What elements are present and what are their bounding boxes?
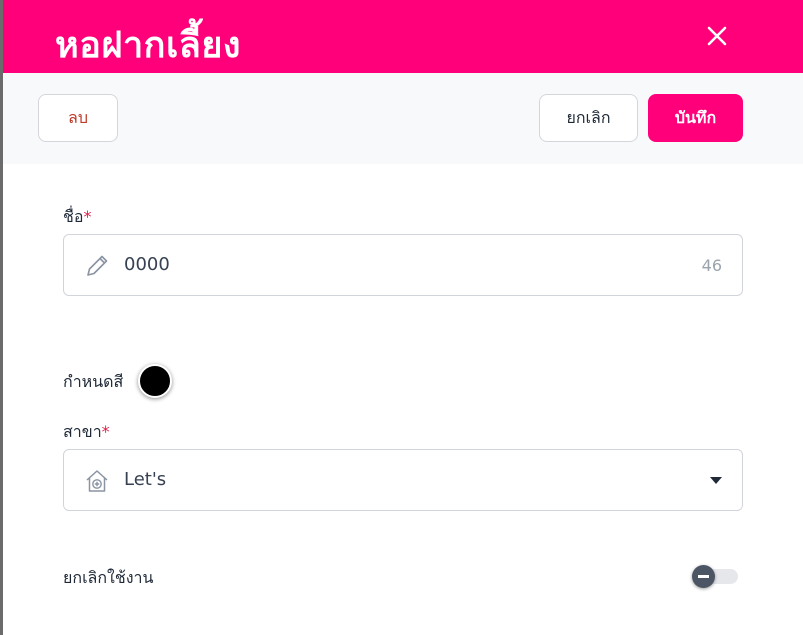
cancel-button[interactable]: ยกเลิก <box>539 94 638 142</box>
branch-select[interactable]: Let's <box>63 449 743 511</box>
deactivate-label: ยกเลิกใช้งาน <box>63 568 154 587</box>
name-field[interactable]: 0000 46 <box>63 234 743 296</box>
pencil-icon <box>87 255 108 276</box>
name-label-text: ชื่อ <box>63 207 84 226</box>
save-button[interactable]: บันทึก <box>648 94 743 142</box>
clinic-house-icon <box>86 470 108 492</box>
close-icon <box>707 26 727 46</box>
close-button[interactable] <box>703 22 731 50</box>
required-mark: * <box>83 207 92 226</box>
dialog-header: หอฝากเลี้ยง <box>3 0 803 73</box>
color-label: กำหนดสี <box>63 372 124 391</box>
required-mark: * <box>101 422 110 441</box>
chevron-down-icon <box>710 477 722 484</box>
dialog-title: หอฝากเลี้ยง <box>55 25 241 66</box>
color-picker-swatch[interactable] <box>138 364 172 398</box>
branch-label-text: สาขา <box>63 422 102 441</box>
character-counter: 46 <box>701 256 722 275</box>
delete-button[interactable]: ลบ <box>38 94 118 142</box>
name-label: ชื่อ* <box>63 205 91 230</box>
toggle-knob-minus-icon <box>692 565 715 588</box>
dialog-toolbar: ลบ ยกเลิก บันทึก <box>3 73 803 164</box>
branch-select-value: Let's <box>124 469 167 490</box>
branch-label: สาขา* <box>63 420 110 445</box>
deactivate-toggle[interactable] <box>692 565 738 588</box>
name-input-value: 0000 <box>124 254 170 275</box>
